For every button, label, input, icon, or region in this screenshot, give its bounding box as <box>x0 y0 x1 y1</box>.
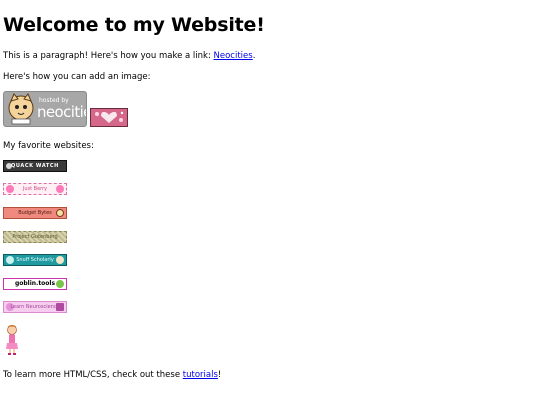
intro-paragraph: This is a paragraph! Here's how you make… <box>3 51 255 61</box>
berry-icon <box>56 185 64 193</box>
quack-watch-label: QUACK WATCH <box>11 163 59 169</box>
intro-text: This is a paragraph! Here's how you make… <box>3 51 214 61</box>
goblin-icon <box>56 280 64 288</box>
neocities-link[interactable]: Neocities <box>214 51 253 61</box>
tutorials-text: To learn more HTML/CSS, check out these <box>3 370 183 380</box>
heart-sparkle-icon <box>91 109 127 126</box>
goblin-tools-button[interactable]: goblin.tools <box>3 278 67 290</box>
neocities-wordmark: neocities <box>37 103 86 121</box>
tutorials-link[interactable]: tutorials <box>183 370 218 380</box>
decorative-image <box>90 108 128 127</box>
image-paragraph: Here's how you can add an image: <box>3 72 151 82</box>
intro-text-end: . <box>252 51 256 61</box>
favorites-label: My favorite websites: <box>3 141 94 151</box>
snuff-scholarly-button[interactable]: Snuff Scholarly <box>3 254 67 266</box>
coin-icon <box>56 209 64 217</box>
budget-bytes-button[interactable]: Budget Bytes <box>3 207 67 219</box>
bow-icon <box>56 303 64 311</box>
globe-icon <box>56 256 64 264</box>
quack-watch-button[interactable]: QUACK WATCH <box>3 160 67 172</box>
neocities-cat-icon <box>8 93 34 125</box>
project-gutenberg-button[interactable]: Project Gutenberg <box>3 231 67 243</box>
page-title: Welcome to my Website! <box>3 14 265 36</box>
page: Welcome to my Website! This is a paragra… <box>0 0 540 405</box>
just-berry-button[interactable]: Just Berry <box>3 183 67 195</box>
tutorials-text-end: ! <box>217 370 222 380</box>
hosted-by-neocities-badge[interactable]: hosted by neocities <box>3 91 87 127</box>
learn-neuroscience-button[interactable]: Learn Neuroscience <box>3 301 67 313</box>
pixel-girl-icon <box>6 325 18 355</box>
project-gutenberg-label: Project Gutenberg <box>12 234 58 240</box>
tutorials-paragraph: To learn more HTML/CSS, check out these … <box>3 370 221 380</box>
